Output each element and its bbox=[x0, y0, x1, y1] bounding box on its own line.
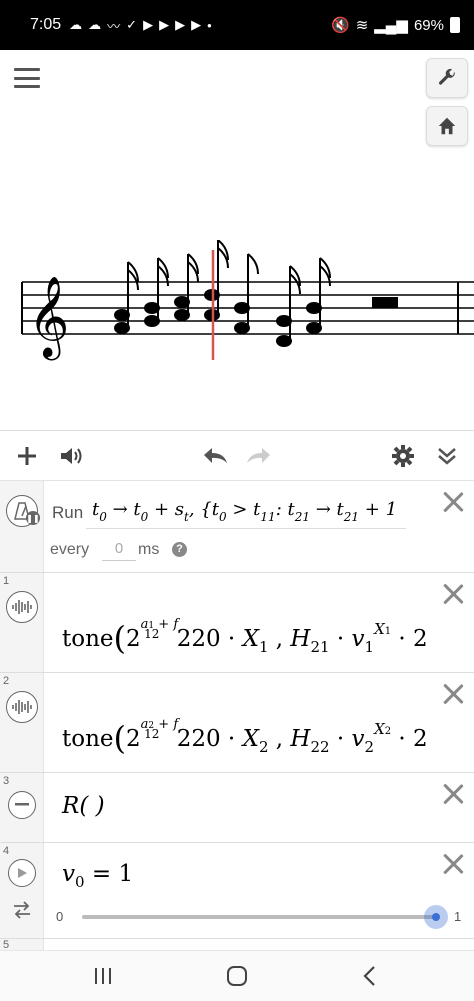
slider-thumb-dot bbox=[432, 913, 440, 921]
run-label: Run bbox=[52, 503, 84, 522]
youtube-icon: ▶ bbox=[143, 17, 154, 32]
youtube-icon: ▶ bbox=[191, 17, 202, 32]
back-icon[interactable] bbox=[362, 965, 378, 987]
slider-max: 1 bbox=[454, 909, 462, 924]
slider-thumb[interactable] bbox=[424, 905, 448, 929]
ticker-expression[interactable]: t0 → t0 + st, {t0 > t11: t21 → t21 + 1 bbox=[86, 495, 406, 529]
expression-row[interactable]: 2 tone(2a2 + f12 220 · X2 , H22 · v2X2 ·… bbox=[0, 673, 474, 773]
close-icon[interactable] bbox=[440, 489, 466, 515]
plus-icon bbox=[18, 447, 36, 465]
recent-apps-icon[interactable] bbox=[92, 966, 114, 986]
dot-icon: • bbox=[207, 17, 212, 33]
notification-icon: ✓ bbox=[126, 17, 138, 32]
expression-panel: ❚❚ Run t0 → t0 + st, {t0 > t11: t21 → t2… bbox=[0, 430, 474, 951]
expression-row[interactable]: 1 tone(2a1 + f12 220 · X1 , H21 · v1X1 ·… bbox=[0, 573, 474, 673]
swap-icon[interactable] bbox=[12, 901, 32, 924]
redo-icon bbox=[247, 448, 270, 463]
wrench-icon bbox=[438, 68, 455, 85]
status-time: 7:05 bbox=[30, 16, 62, 33]
row-number: 2 bbox=[3, 675, 10, 687]
tone-expression-1[interactable]: tone(2a1 + f12 220 · X1 , H21 · v1X1 · 2 bbox=[62, 617, 428, 657]
battery-icon bbox=[450, 17, 460, 33]
undo-icon bbox=[204, 448, 227, 463]
tone-toggle[interactable] bbox=[6, 691, 38, 723]
undo-button[interactable] bbox=[200, 441, 230, 471]
redo-button[interactable] bbox=[244, 441, 274, 471]
ticker-row: ❚❚ Run t0 → t0 + st, {t0 > t11: t21 → t2… bbox=[0, 481, 474, 573]
minus-icon bbox=[15, 803, 29, 806]
slider-min: 0 bbox=[56, 909, 64, 924]
expression-toolbar bbox=[0, 431, 474, 481]
tone-toggle[interactable] bbox=[6, 591, 38, 623]
expression-row[interactable]: 4 v0 = 1 0 1 bbox=[0, 843, 474, 939]
row-number: 3 bbox=[3, 775, 10, 787]
settings-button[interactable] bbox=[388, 441, 418, 471]
waveform-icon bbox=[12, 600, 32, 614]
notification-icon: 〰 bbox=[107, 18, 121, 34]
row-gutter: 4 bbox=[0, 843, 44, 938]
speaker-icon bbox=[61, 448, 82, 464]
ms-label: ms bbox=[138, 541, 160, 558]
system-nav-bar bbox=[0, 950, 474, 1001]
status-bar: 7:05 ☁ ☁ 〰 ✓ ▶ ▶ ▶ ▶ • 🔇 ≋ ▂▄▆ 69% bbox=[0, 0, 474, 50]
row-number: 1 bbox=[3, 575, 10, 587]
double-chevron-down-icon bbox=[438, 448, 456, 465]
notification-icon: ☁ bbox=[69, 17, 83, 32]
notification-icons: ☁ ☁ 〰 ✓ ▶ ▶ ▶ ▶ • bbox=[69, 16, 211, 35]
add-button[interactable] bbox=[12, 441, 42, 471]
score-area: 𝄞 bbox=[0, 50, 474, 430]
slider-track[interactable] bbox=[82, 915, 436, 919]
close-icon[interactable] bbox=[440, 681, 466, 707]
r-expression[interactable]: R( ) bbox=[62, 793, 105, 819]
close-icon[interactable] bbox=[440, 781, 466, 807]
home-icon bbox=[438, 117, 456, 135]
v0-expression[interactable]: v0 = 1 bbox=[62, 861, 133, 891]
interval-input[interactable]: 0 bbox=[102, 537, 136, 561]
row-gutter: 2 bbox=[0, 673, 44, 772]
row-gutter: 3 bbox=[0, 773, 44, 842]
signal-icon: ▂▄▆ bbox=[374, 17, 408, 34]
play-icon bbox=[18, 868, 27, 878]
help-icon[interactable]: ? bbox=[172, 542, 187, 557]
gear-icon bbox=[392, 445, 414, 467]
every-label: every bbox=[50, 541, 90, 558]
expression-row[interactable]: 3 R( ) bbox=[0, 773, 474, 843]
youtube-icon: ▶ bbox=[159, 17, 170, 32]
row-gutter: ❚❚ bbox=[0, 481, 44, 572]
battery-text: 69% bbox=[413, 16, 444, 34]
notification-icon: ☁ bbox=[88, 17, 102, 32]
wifi-icon: ≋ bbox=[355, 17, 369, 34]
sound-button[interactable] bbox=[56, 441, 86, 471]
r-expression-text: R( ) bbox=[62, 793, 105, 819]
visibility-toggle[interactable] bbox=[8, 791, 36, 819]
wrench-button[interactable] bbox=[426, 58, 468, 98]
row-gutter: 1 bbox=[0, 573, 44, 672]
close-icon[interactable] bbox=[440, 851, 466, 877]
collapse-button[interactable] bbox=[432, 441, 462, 471]
youtube-icon: ▶ bbox=[175, 17, 186, 32]
treble-clef: 𝄞 bbox=[28, 275, 69, 360]
play-button[interactable] bbox=[8, 859, 36, 887]
rest bbox=[372, 297, 398, 308]
row-number: 4 bbox=[3, 845, 10, 857]
music-staff: 𝄞 bbox=[21, 240, 474, 360]
mute-icon: 🔇 bbox=[331, 17, 350, 34]
home-button[interactable] bbox=[426, 106, 468, 146]
tone-expression-2[interactable]: tone(2a2 + f12 220 · X2 , H22 · v2X2 · 2 bbox=[62, 717, 428, 757]
close-icon[interactable] bbox=[440, 581, 466, 607]
menu-icon[interactable] bbox=[14, 68, 40, 88]
pause-icon[interactable]: ❚❚ bbox=[26, 511, 40, 525]
home-nav-icon[interactable] bbox=[226, 965, 248, 987]
waveform-icon bbox=[12, 700, 32, 714]
slider-fill bbox=[82, 915, 436, 919]
